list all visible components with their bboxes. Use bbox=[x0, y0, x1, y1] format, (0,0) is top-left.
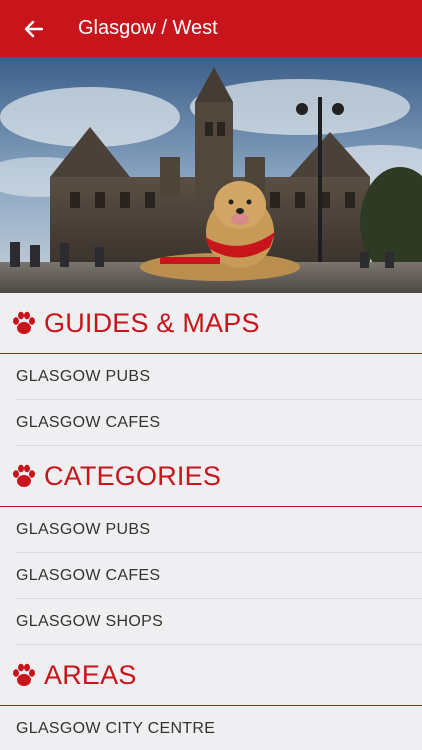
paw-icon bbox=[13, 311, 35, 334]
list-item-label: GLASGOW PUBS bbox=[16, 367, 151, 385]
hero-illustration bbox=[0, 57, 422, 293]
section-areas: AREAS GLASGOW CITY CENTRE bbox=[0, 645, 422, 750]
section-header: CATEGORIES bbox=[0, 446, 422, 507]
paw-icon bbox=[13, 663, 35, 686]
section-title: CATEGORIES bbox=[44, 460, 222, 491]
list-item[interactable]: GLASGOW SHOPS bbox=[16, 599, 422, 645]
list-item-label: GLASGOW CITY CENTRE bbox=[16, 719, 216, 737]
list-item-label: GLASGOW CAFES bbox=[16, 413, 161, 431]
list-item-label: GLASGOW PUBS bbox=[16, 520, 151, 538]
list-item-label: GLASGOW SHOPS bbox=[16, 612, 164, 630]
hero-image bbox=[0, 57, 422, 293]
section-title: GUIDES & MAPS bbox=[44, 307, 260, 338]
page-title: Glasgow / West bbox=[78, 17, 218, 39]
back-button[interactable] bbox=[0, 0, 66, 57]
section-categories: CATEGORIES GLASGOW PUBS GLASGOW CAFES GL… bbox=[0, 446, 422, 645]
section-guides: GUIDES & MAPS GLASGOW PUBS GLASGOW CAFES bbox=[0, 293, 422, 446]
paw-icon bbox=[13, 464, 35, 487]
list-item[interactable]: GLASGOW PUBS bbox=[16, 354, 422, 400]
list-item[interactable]: GLASGOW CAFES bbox=[16, 400, 422, 446]
menu-list: GUIDES & MAPS GLASGOW PUBS GLASGOW CAFES… bbox=[0, 293, 422, 750]
app-bar: Glasgow / West bbox=[0, 0, 422, 57]
section-header: AREAS bbox=[0, 645, 422, 706]
list-item[interactable]: GLASGOW PUBS bbox=[16, 507, 422, 553]
arrow-left-icon bbox=[24, 20, 43, 37]
section-header: GUIDES & MAPS bbox=[0, 293, 422, 354]
list-item[interactable]: GLASGOW CAFES bbox=[16, 553, 422, 599]
list-item-label: GLASGOW CAFES bbox=[16, 566, 161, 584]
section-title: AREAS bbox=[44, 659, 137, 690]
list-item[interactable]: GLASGOW CITY CENTRE bbox=[16, 706, 422, 750]
